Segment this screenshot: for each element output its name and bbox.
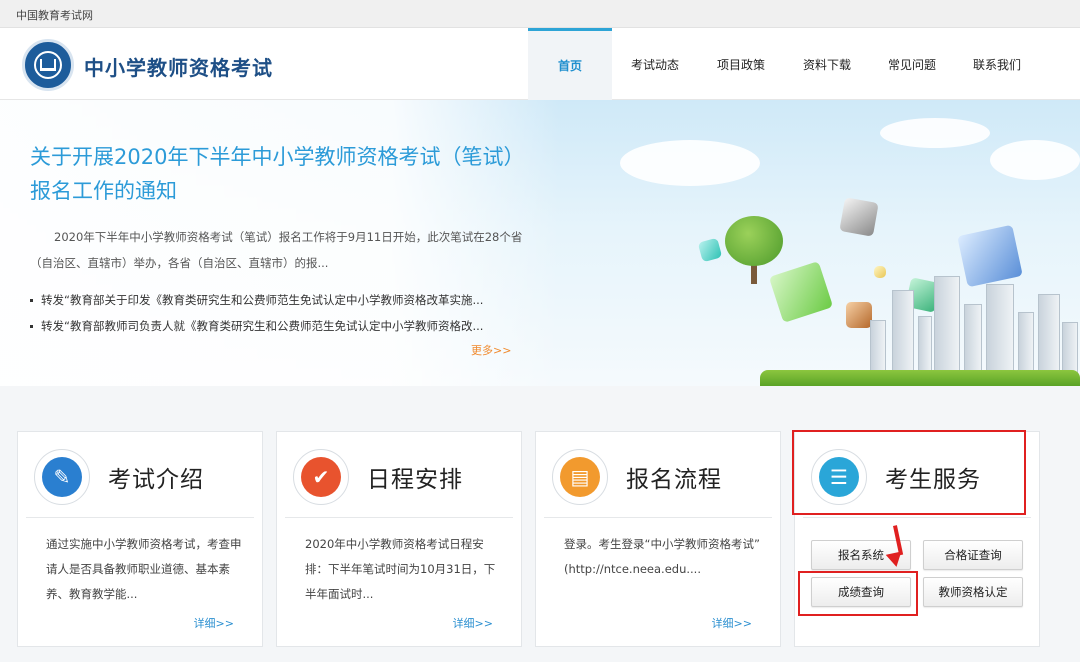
cube-decoration <box>697 237 723 263</box>
site-title[interactable]: 中小学教师资格考试 <box>84 52 273 81</box>
nav-exam-news[interactable]: 考试动态 <box>612 28 698 100</box>
card-schedule: ✔ 日程安排 2020年中小学教师资格考试日程安排：下半年笔试时间为10月31日… <box>276 431 522 647</box>
header: 中小学教师资格考试 首页 考试动态 项目政策 资料下载 常见问题 联系我们 <box>0 28 1080 100</box>
nav-policy[interactable]: 项目政策 <box>698 28 784 100</box>
more-link[interactable]: 更多>> <box>471 342 511 358</box>
divider <box>26 517 254 518</box>
city-skyline-illustration <box>720 260 1080 386</box>
divider <box>285 517 513 518</box>
logo-icon[interactable] <box>22 39 74 91</box>
exam-intro-icon[interactable]: ✎ <box>34 449 90 505</box>
nav-contact[interactable]: 联系我们 <box>954 28 1040 100</box>
document-pen-icon: ✎ <box>42 457 82 497</box>
main-nav: 首页 考试动态 项目政策 资料下载 常见问题 联系我们 <box>528 28 1040 100</box>
divider <box>544 517 772 518</box>
news-item-label: 转发“教育部教师司负责人就《教育类研究生和公费师范生免试认定中小学教师资格改..… <box>41 319 484 333</box>
teacher-certification-button[interactable]: 教师资格认定 <box>923 577 1023 607</box>
bullet-icon <box>30 325 33 328</box>
highlight-box <box>792 430 1026 515</box>
nav-faq[interactable]: 常见问题 <box>870 28 954 100</box>
card-text: 通过实施中小学教师资格考试，考查申请人是否具备教师职业道德、基本素养、教育教学能… <box>46 537 242 601</box>
details-link[interactable]: 详细>> <box>194 615 234 631</box>
certificate-query-button[interactable]: 合格证查询 <box>923 540 1023 570</box>
card-registration-process: ▤ 报名流程 登录。考生登录“中小学教师资格考试” (http://ntce.n… <box>535 431 781 647</box>
bullet-icon <box>30 299 33 302</box>
top-bar: 中国教育考试网 <box>0 0 1080 28</box>
form-edit-icon: ▤ <box>560 457 600 497</box>
nav-downloads[interactable]: 资料下载 <box>784 28 870 100</box>
cloud-decoration <box>880 118 990 148</box>
banner-headline[interactable]: 关于开展2020年下半年中小学教师资格考试（笔试）报名工作的通知 <box>30 140 520 208</box>
cloud-decoration <box>990 140 1080 180</box>
schedule-icon[interactable]: ✔ <box>293 449 349 505</box>
highlight-box <box>798 571 918 616</box>
logo-book-icon <box>40 59 56 71</box>
banner-news-list: 转发“教育部关于印发《教育类研究生和公费师范生免试认定中小学教师资格改革实施..… <box>30 287 530 339</box>
site-name[interactable]: 中国教育考试网 <box>16 7 93 23</box>
news-item[interactable]: 转发“教育部教师司负责人就《教育类研究生和公费师范生免试认定中小学教师资格改..… <box>30 313 530 339</box>
details-link[interactable]: 详细>> <box>712 615 752 631</box>
cube-piano-icon <box>839 197 879 237</box>
tree-icon <box>725 216 783 266</box>
checkmark-icon: ✔ <box>301 457 341 497</box>
grass-decoration <box>760 370 1080 386</box>
card-title[interactable]: 日程安排 <box>367 460 463 494</box>
details-link[interactable]: 详细>> <box>453 615 493 631</box>
nav-home[interactable]: 首页 <box>528 28 612 100</box>
cloud-decoration <box>620 140 760 186</box>
banner-summary: 2020年下半年中小学教师资格考试（笔试）报名工作将于9月11日开始，此次笔试在… <box>30 230 523 270</box>
hero-banner: 关于开展2020年下半年中小学教师资格考试（笔试）报名工作的通知 2020年下半… <box>0 100 1080 386</box>
process-icon[interactable]: ▤ <box>552 449 608 505</box>
card-title[interactable]: 考试介绍 <box>108 460 204 494</box>
news-item-label: 转发“教育部关于印发《教育类研究生和公费师范生免试认定中小学教师资格改革实施..… <box>41 293 484 307</box>
card-text: 2020年中小学教师资格考试日程安排：下半年笔试时间为10月31日，下半年面试时… <box>305 537 496 601</box>
divider <box>803 517 1031 518</box>
card-text: 登录。考生登录“中小学教师资格考试” (http://ntce.neea.edu… <box>564 537 760 576</box>
news-item[interactable]: 转发“教育部关于印发《教育类研究生和公费师范生免试认定中小学教师资格改革实施..… <box>30 287 530 313</box>
card-title[interactable]: 报名流程 <box>626 460 722 494</box>
card-exam-intro: ✎ 考试介绍 通过实施中小学教师资格考试，考查申请人是否具备教师职业道德、基本素… <box>17 431 263 647</box>
